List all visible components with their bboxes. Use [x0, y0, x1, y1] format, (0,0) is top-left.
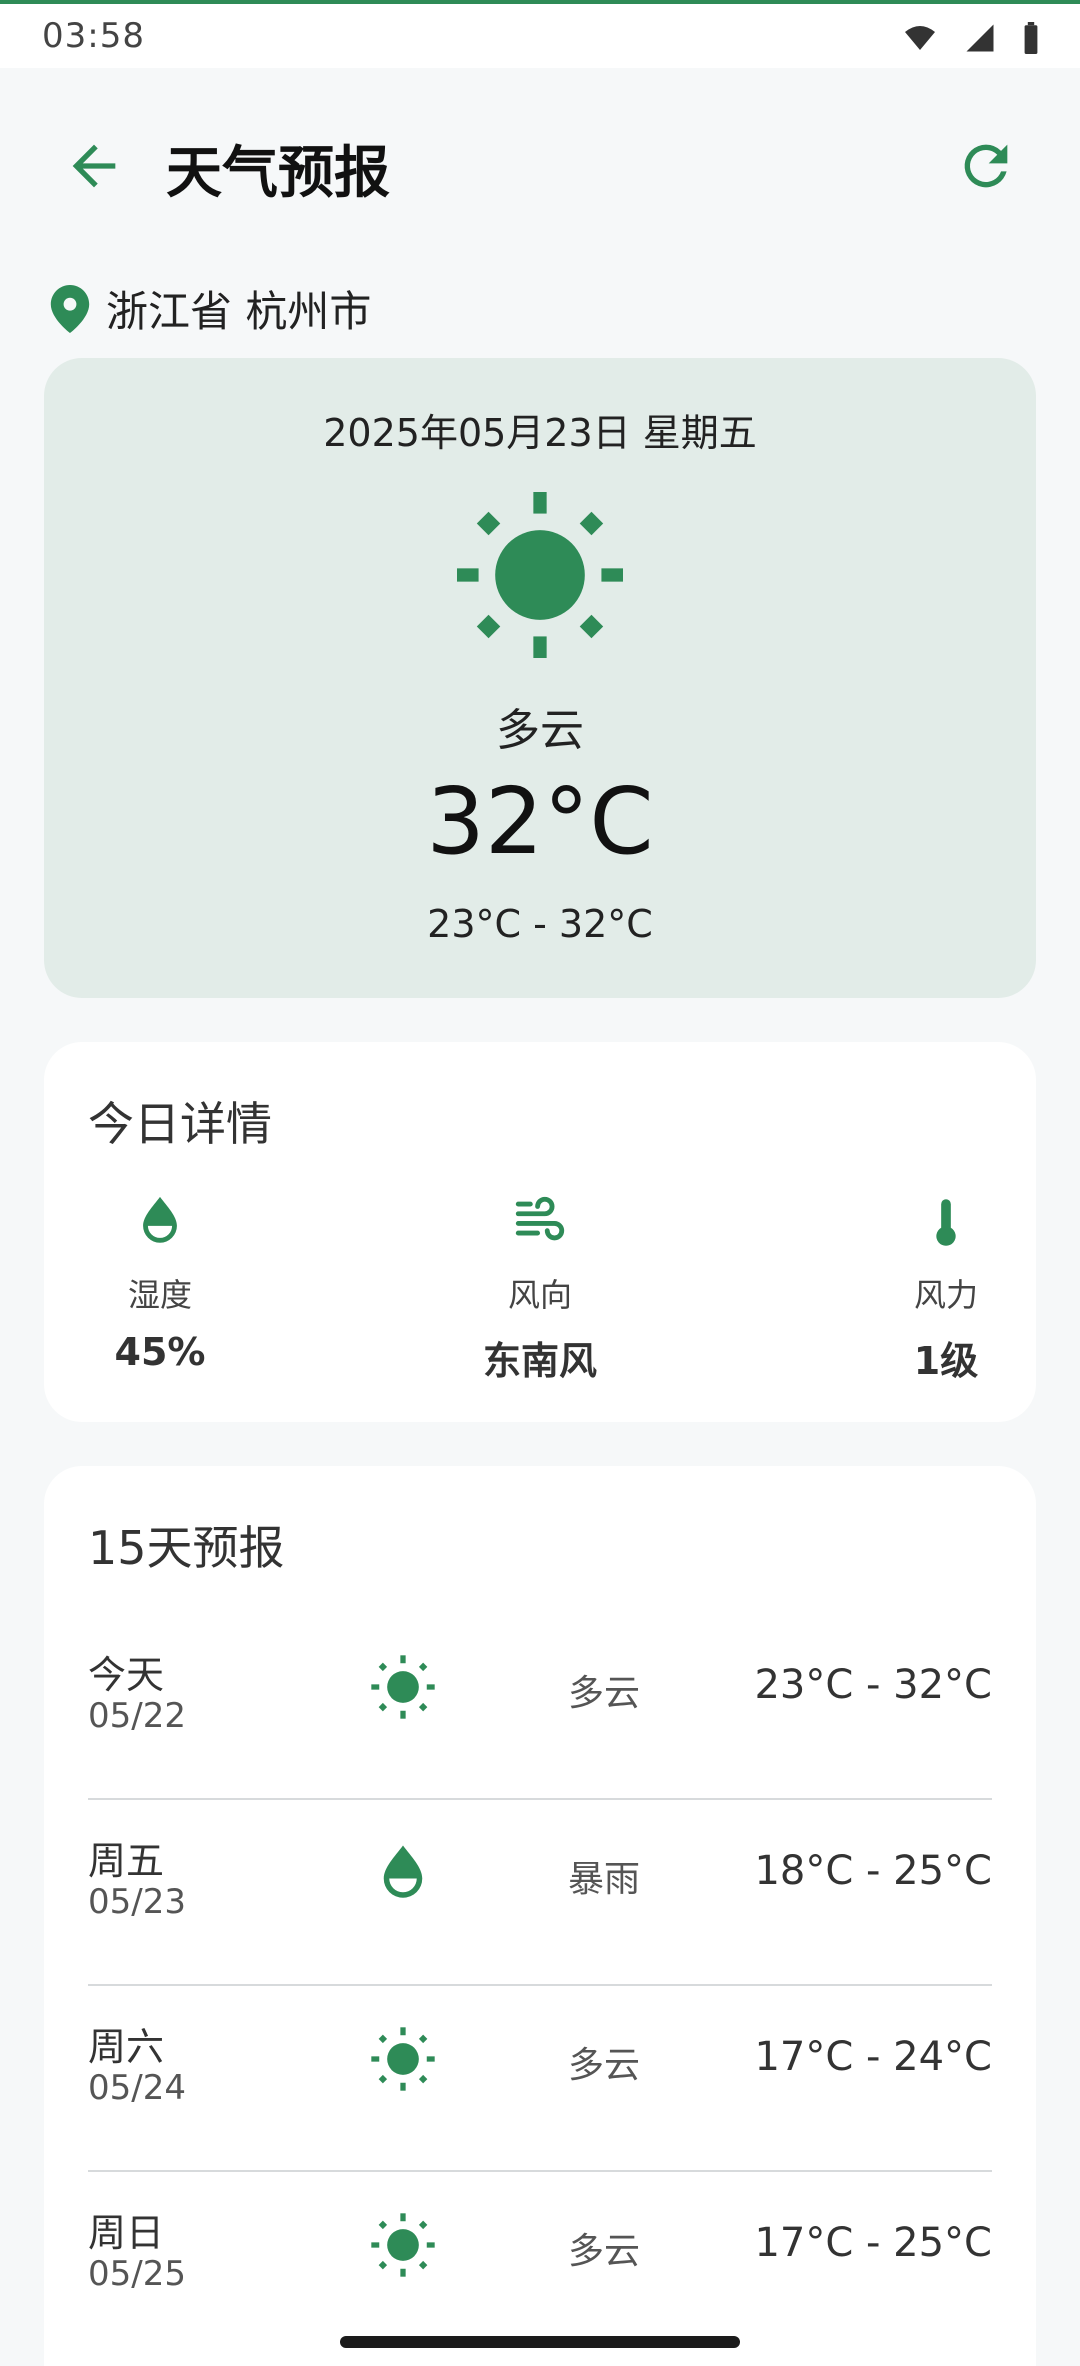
forecast-condition: 多云	[568, 2045, 641, 2086]
forecast-date: 05/25	[88, 2254, 186, 2294]
signal-icon	[966, 24, 994, 52]
location-text: 浙江省 杭州市	[106, 287, 372, 336]
current-temperature: 32°C	[426, 768, 654, 875]
forecast-range: 17°C - 25°C	[754, 2220, 992, 2266]
current-weather-card: 2025年05月23日 星期五 多云 32°C 23°C - 32°C	[44, 358, 1036, 998]
status-icons	[902, 22, 1040, 54]
app-bar: 天气预报	[0, 68, 1080, 268]
forecast-condition: 暴雨	[568, 1859, 641, 1900]
location-pin-icon	[50, 284, 90, 333]
detail-label: 湿度	[127, 1276, 192, 1314]
status-time: 03:58	[42, 16, 145, 56]
forecast-condition: 多云	[568, 1673, 641, 1714]
water-drop-icon	[383, 1845, 423, 1898]
current-condition: 多云	[496, 705, 584, 756]
forecast-day: 周五	[88, 1839, 165, 1883]
forecast-row[interactable]: 周六 05/24 多云 17°C - 24°C	[88, 1986, 992, 2172]
thermometer-icon	[936, 1199, 956, 1246]
forecast-row[interactable]: 周五 05/23 暴雨 18°C - 25°C	[88, 1800, 992, 1986]
today-details-card: 今日详情 湿度 45% 风向 东南风 风力 1级	[44, 1042, 1036, 1422]
forecast-date: 05/24	[88, 2068, 186, 2108]
refresh-icon[interactable]	[954, 134, 1018, 198]
status-bar: 03:58	[0, 0, 1080, 68]
forecast-day: 周六	[88, 2025, 165, 2069]
forecast-date: 05/23	[88, 1882, 186, 1922]
forecast-row[interactable]: 周日 05/25 多云 17°C - 25°C	[88, 2172, 992, 2356]
detail-wind-direction: 风向 东南风	[430, 1192, 650, 1385]
detail-label: 风力	[913, 1276, 978, 1314]
detail-wind-force: 风力 1级	[836, 1192, 1056, 1385]
page-title: 天气预报	[166, 141, 390, 206]
current-date: 2025年05月23日 星期五	[323, 411, 757, 455]
sun-icon	[371, 1655, 435, 1719]
detail-humidity: 湿度 45%	[50, 1192, 270, 1374]
home-indicator[interactable]	[340, 2336, 740, 2348]
forecast-day: 周日	[88, 2211, 165, 2255]
battery-icon	[1024, 22, 1038, 54]
forecast-card: 15天预报 今天 05/22 多云 23°C - 32°C 周五 05/23 暴…	[44, 1466, 1036, 2366]
forecast-row[interactable]: 今天 05/22 多云 23°C - 32°C	[88, 1614, 992, 1800]
sun-icon	[371, 2213, 435, 2277]
detail-value: 45%	[114, 1330, 206, 1374]
detail-value: 1级	[913, 1339, 979, 1383]
water-drop-icon	[143, 1196, 177, 1243]
forecast-date: 05/22	[88, 1696, 186, 1736]
location-row[interactable]: 浙江省 杭州市	[50, 278, 371, 339]
wifi-icon	[905, 26, 935, 50]
wind-icon	[515, 1196, 565, 1241]
detail-value: 东南风	[482, 1339, 597, 1383]
sun-icon	[371, 2027, 435, 2091]
forecast-day: 今天	[88, 1653, 165, 1697]
forecast-condition: 多云	[568, 2231, 641, 2272]
forecast-range: 17°C - 24°C	[754, 2034, 992, 2080]
forecast-list: 今天 05/22 多云 23°C - 32°C 周五 05/23 暴雨 18°C…	[88, 1614, 992, 2356]
forecast-range: 23°C - 32°C	[754, 1662, 992, 1708]
forecast-title: 15天预报	[88, 1521, 285, 1575]
current-temp-range: 23°C - 32°C	[427, 902, 653, 946]
sun-icon	[457, 492, 623, 658]
details-title: 今日详情	[88, 1097, 272, 1151]
detail-label: 风向	[507, 1276, 572, 1314]
forecast-range: 18°C - 25°C	[754, 1848, 992, 1894]
arrow-left-icon[interactable]	[62, 134, 126, 198]
